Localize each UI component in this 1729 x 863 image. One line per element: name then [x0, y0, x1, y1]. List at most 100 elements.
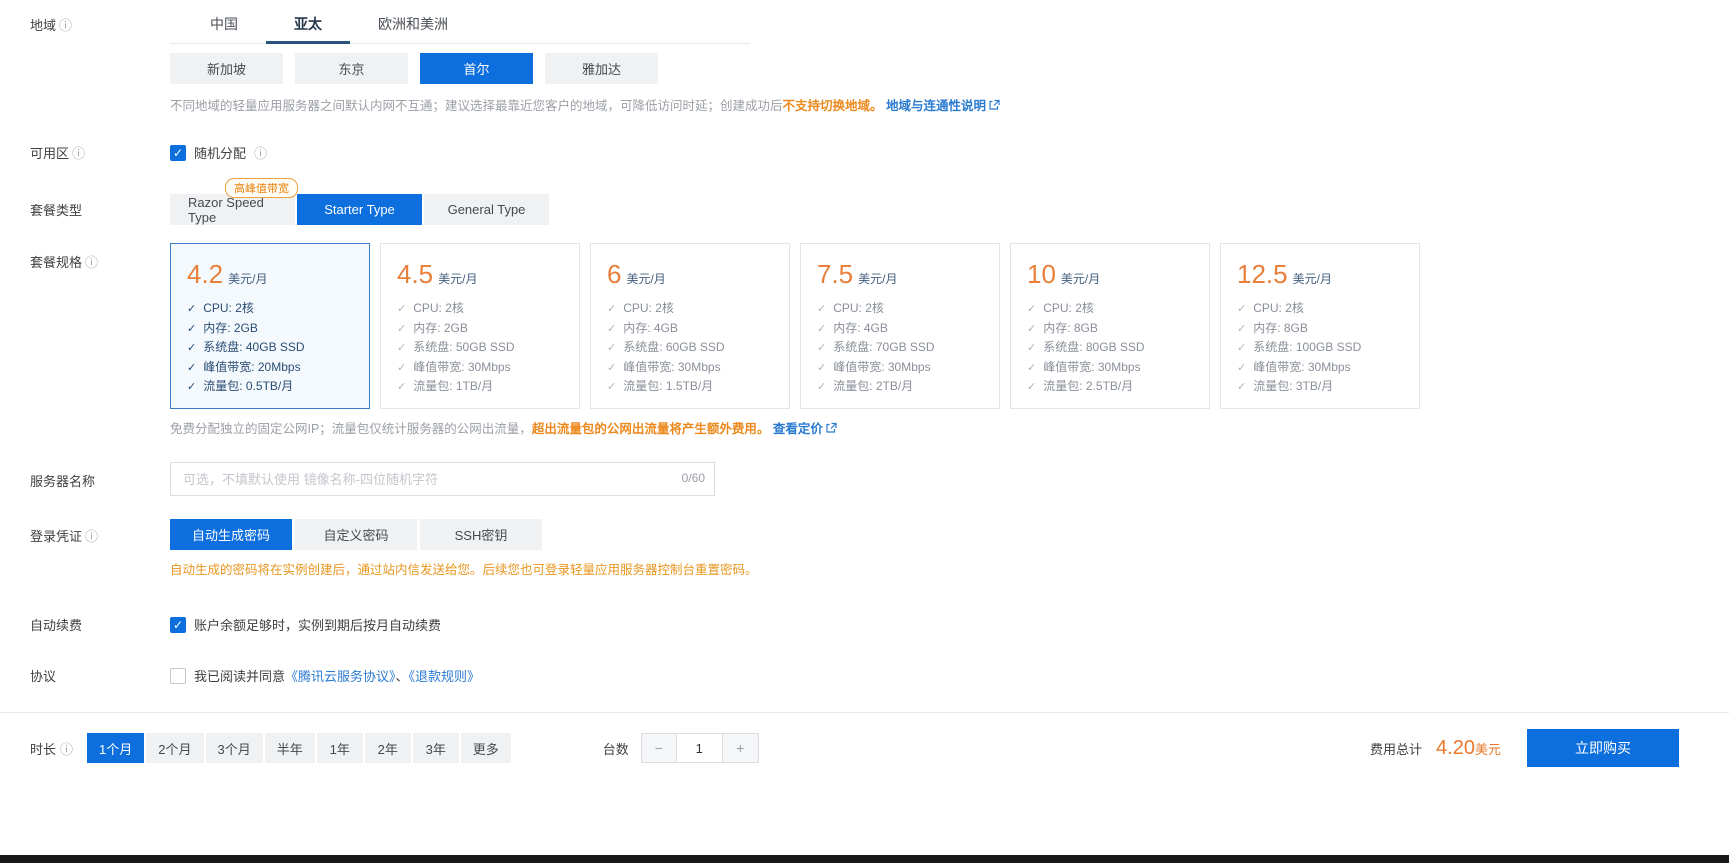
plan-spec-traffic: 流量包: 3TB/月	[1253, 377, 1333, 396]
plan-card-10[interactable]: 10美元/月 ✓CPU: 2核 ✓内存: 8GB ✓系统盘: 80GB SSD …	[1010, 243, 1210, 409]
check-icon: ✓	[607, 300, 616, 319]
plan-spec-memory: 内存: 8GB	[1043, 319, 1098, 338]
quantity-plus-button[interactable]: +	[723, 733, 759, 763]
region-tab-china[interactable]: 中国	[182, 8, 266, 43]
check-icon: ✓	[607, 339, 616, 358]
duration-2-months[interactable]: 2个月	[146, 733, 203, 763]
plans-info-icon[interactable]: ⓘ	[85, 252, 98, 271]
login-content: 自动生成密码 自定义密码 SSH密钥 自动生成的密码将在实例创建后，通过站内信发…	[170, 519, 758, 578]
zone-random-label: 随机分配	[194, 143, 246, 162]
check-icon: ✓	[397, 359, 406, 378]
duration-1-month[interactable]: 1个月	[87, 733, 144, 763]
auto-renew-checkbox[interactable]: ✓	[170, 617, 186, 633]
region-label: 地域	[30, 15, 56, 34]
plan-card-7-5[interactable]: 7.5美元/月 ✓CPU: 2核 ✓内存: 4GB ✓系统盘: 70GB SSD…	[800, 243, 1000, 409]
plans-note-warning: 超出流量包的公网出流量将产生额外费用。	[532, 422, 770, 436]
login-option-auto-password[interactable]: 自动生成密码	[170, 519, 292, 550]
region-info-icon[interactable]: ⓘ	[59, 15, 72, 34]
check-icon: ✓	[1027, 320, 1036, 339]
duration-more[interactable]: 更多	[461, 733, 511, 763]
server-name-label-wrap: 服务器名称	[30, 462, 170, 496]
login-note: 自动生成的密码将在实例创建后，通过站内信发送给您。后续您也可登录轻量应用服务器控…	[170, 559, 758, 578]
region-option-jakarta[interactable]: 雅加达	[545, 53, 658, 84]
lighthouse-purchase-page: 地域 ⓘ 中国 亚太 欧洲和美洲 新加坡 东京 首尔 雅加达 不同地域的轻量应用…	[0, 0, 1729, 863]
login-option-custom-password[interactable]: 自定义密码	[295, 519, 417, 550]
plan-spec-bandwidth: 峰值带宽: 30Mbps	[413, 358, 510, 377]
duration-half-year[interactable]: 半年	[265, 733, 315, 763]
package-type-options: Razor Speed Type Starter Type General Ty…	[170, 194, 549, 225]
total-cost-value: 4.20	[1436, 737, 1475, 760]
check-icon: ✓	[187, 359, 196, 378]
zone-random-assign: ✓ 随机分配 ⓘ	[170, 143, 267, 162]
purchase-footer-bar: 时长 ⓘ 1个月 2个月 3个月 半年 1年 2年 3年 更多 台数 − + 费…	[0, 712, 1729, 855]
refund-rules-link[interactable]: 《退款规则》	[409, 669, 481, 684]
type-option-razor-speed[interactable]: Razor Speed Type	[170, 194, 295, 225]
check-icon: ✓	[187, 300, 196, 319]
plans-section: 套餐规格 ⓘ 4.2美元/月 ✓CPU: 2核 ✓内存: 2GB ✓系统盘: 4…	[0, 243, 1729, 437]
auto-renew-text: 账户余额足够时，实例到期后按月自动续费	[194, 615, 441, 634]
plan-card-12-5[interactable]: 12.5美元/月 ✓CPU: 2核 ✓内存: 8GB ✓系统盘: 100GB S…	[1220, 243, 1420, 409]
check-icon: ✓	[1027, 359, 1036, 378]
duration-3-years[interactable]: 3年	[413, 733, 459, 763]
plans-note: 免费分配独立的固定公网IP；流量包仅统计服务器的公网出流量，超出流量包的公网出流…	[170, 418, 1420, 437]
pricing-link[interactable]: 查看定价	[773, 422, 823, 436]
check-icon: ✓	[1237, 300, 1246, 319]
region-options: 新加坡 东京 首尔 雅加达	[170, 53, 1000, 84]
check-icon: ✓	[817, 359, 826, 378]
plan-spec-bandwidth: 峰值带宽: 30Mbps	[833, 358, 930, 377]
buy-now-button[interactable]: 立即购买	[1527, 729, 1679, 767]
region-tab-apac[interactable]: 亚太	[266, 8, 350, 43]
check-icon: ✓	[817, 300, 826, 319]
plan-specs: ✓CPU: 2核 ✓内存: 8GB ✓系统盘: 100GB SSD ✓峰值带宽:…	[1237, 299, 1403, 397]
auto-renew-option: ✓ 账户余额足够时，实例到期后按月自动续费	[170, 615, 441, 634]
check-icon: ✓	[1027, 300, 1036, 319]
plan-card-4-2[interactable]: 4.2美元/月 ✓CPU: 2核 ✓内存: 2GB ✓系统盘: 40GB SSD…	[170, 243, 370, 409]
plan-price-unit: 美元/月	[1061, 270, 1100, 287]
plan-card-4-5[interactable]: 4.5美元/月 ✓CPU: 2核 ✓内存: 2GB ✓系统盘: 50GB SSD…	[380, 243, 580, 409]
plan-spec-disk: 系统盘: 60GB SSD	[623, 338, 724, 357]
region-connectivity-link[interactable]: 地域与连通性说明	[886, 99, 986, 113]
check-icon: ✓	[607, 359, 616, 378]
type-option-general[interactable]: General Type	[424, 194, 549, 225]
quantity-label: 台数	[603, 739, 629, 758]
plan-specs: ✓CPU: 2核 ✓内存: 4GB ✓系统盘: 60GB SSD ✓峰值带宽: …	[607, 299, 773, 397]
package-type-label: 套餐类型	[30, 200, 82, 219]
check-icon: ✓	[1237, 378, 1246, 397]
plan-card-6[interactable]: 6美元/月 ✓CPU: 2核 ✓内存: 4GB ✓系统盘: 60GB SSD ✓…	[590, 243, 790, 409]
zone-random-info-icon[interactable]: ⓘ	[254, 143, 267, 162]
zone-random-checkbox[interactable]: ✓	[170, 145, 186, 161]
region-option-singapore[interactable]: 新加坡	[170, 53, 283, 84]
check-icon: ✓	[817, 339, 826, 358]
duration-2-years[interactable]: 2年	[365, 733, 411, 763]
peak-bandwidth-badge: 高峰值带宽	[225, 178, 298, 198]
duration-info-icon[interactable]: ⓘ	[60, 739, 73, 758]
quantity-minus-button[interactable]: −	[641, 733, 677, 763]
region-note: 不同地域的轻量应用服务器之间默认内网不互通；建议选择最靠近您客户的地域，可降低访…	[170, 95, 1000, 114]
plan-price: 10	[1027, 259, 1056, 290]
service-agreement-link[interactable]: 《腾讯云服务协议》	[285, 669, 396, 684]
agreement-checkbox[interactable]	[170, 668, 186, 684]
bottom-taskbar-strip	[0, 855, 1729, 863]
quantity-input[interactable]	[677, 733, 723, 763]
agreement-separator: 、	[396, 669, 409, 684]
duration-1-year[interactable]: 1年	[317, 733, 363, 763]
plan-spec-memory: 内存: 2GB	[413, 319, 468, 338]
agreement-text: 我已阅读并同意《腾讯云服务协议》、《退款规则》	[194, 666, 480, 685]
type-option-starter[interactable]: Starter Type	[297, 194, 422, 225]
check-icon: ✓	[1237, 359, 1246, 378]
server-name-input[interactable]	[170, 462, 715, 496]
region-option-seoul[interactable]: 首尔	[420, 53, 533, 84]
plan-spec-traffic: 流量包: 1TB/月	[413, 377, 493, 396]
check-icon: ✓	[607, 320, 616, 339]
duration-3-months[interactable]: 3个月	[206, 733, 263, 763]
login-option-ssh-key[interactable]: SSH密钥	[420, 519, 542, 550]
check-icon: ✓	[397, 300, 406, 319]
login-info-icon[interactable]: ⓘ	[85, 526, 98, 545]
region-tab-eu-us[interactable]: 欧洲和美洲	[350, 8, 476, 43]
login-section: 登录凭证 ⓘ 自动生成密码 自定义密码 SSH密钥 自动生成的密码将在实例创建后…	[0, 519, 1729, 578]
login-options: 自动生成密码 自定义密码 SSH密钥	[170, 519, 758, 550]
quantity-stepper: − +	[641, 733, 759, 763]
plan-spec-disk: 系统盘: 40GB SSD	[203, 338, 304, 357]
region-option-tokyo[interactable]: 东京	[295, 53, 408, 84]
zone-info-icon[interactable]: ⓘ	[72, 143, 85, 162]
